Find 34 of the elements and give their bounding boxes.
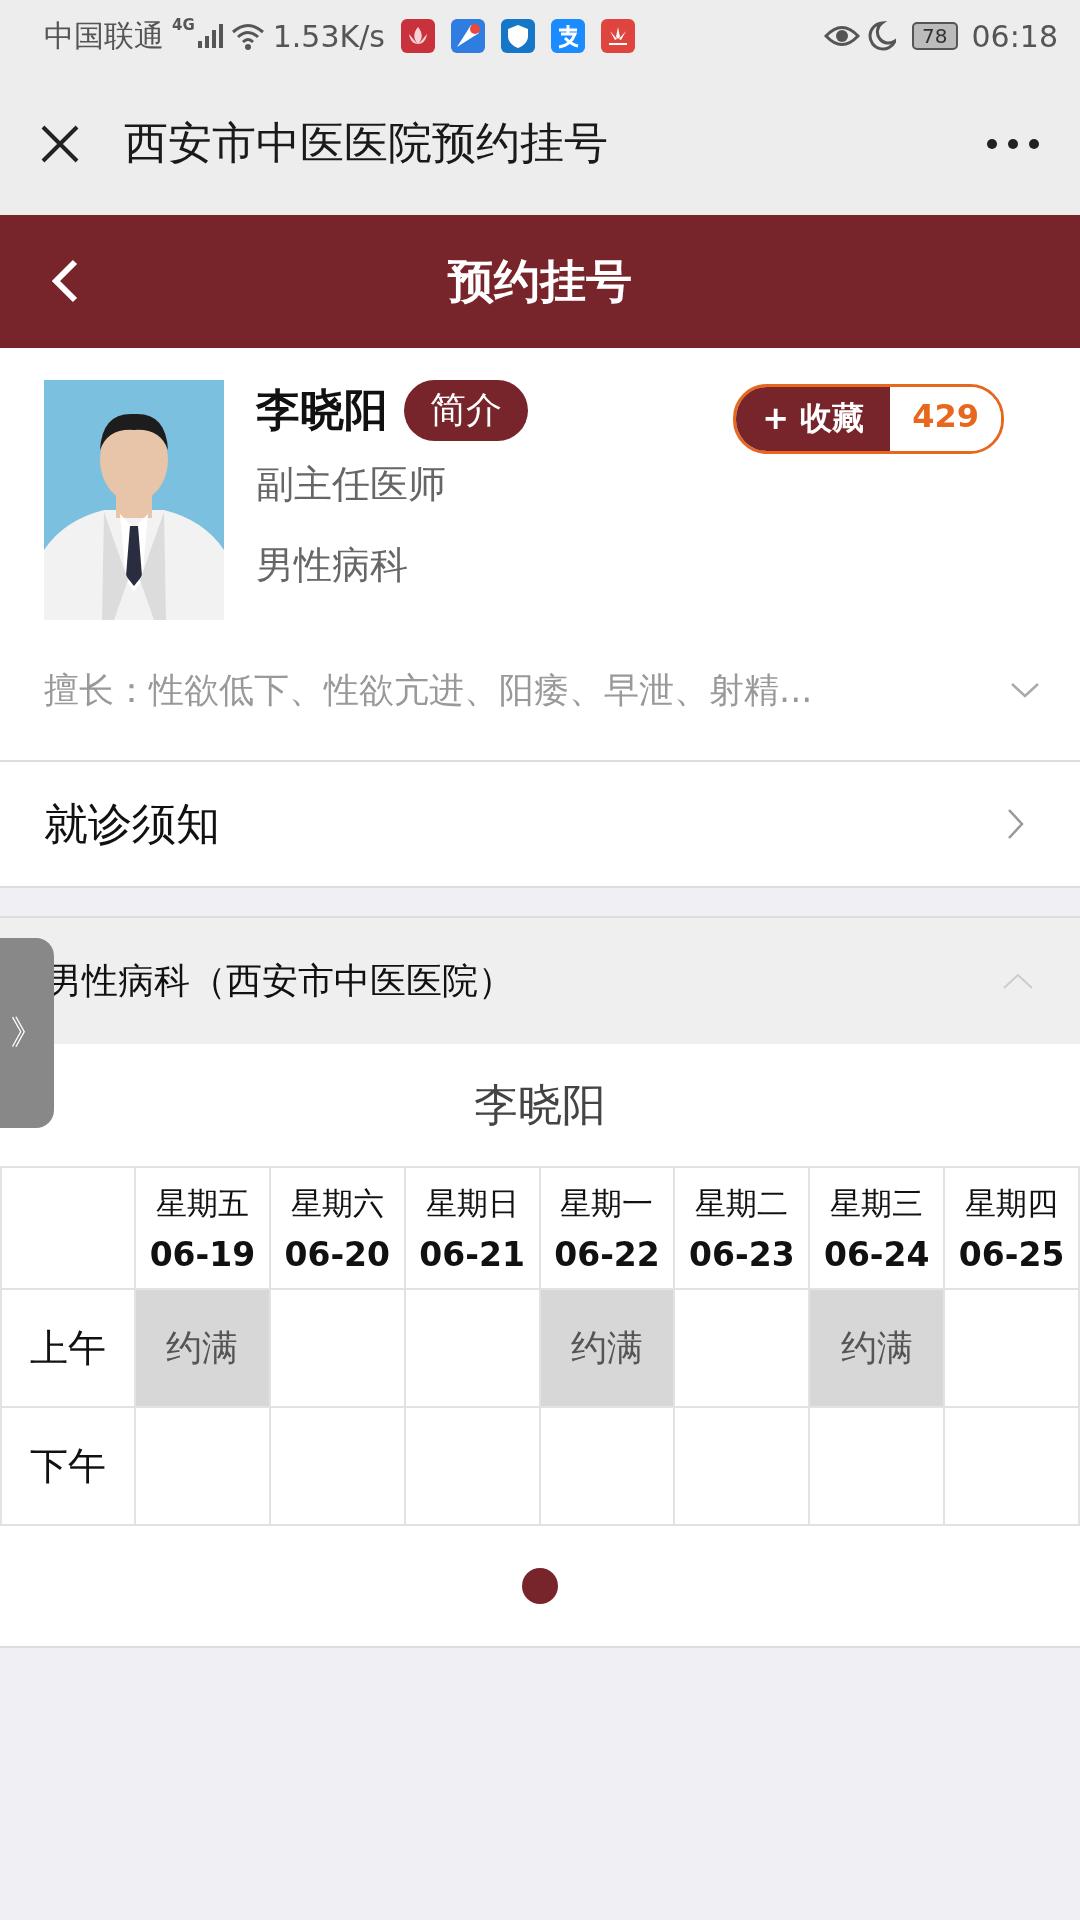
close-icon[interactable] <box>40 123 80 164</box>
network-label: 4G <box>172 16 195 34</box>
battery-indicator: 78 <box>912 22 958 50</box>
window-title: 西安市中医医院预约挂号 <box>124 116 608 170</box>
full-slot: 约满 <box>540 1290 676 1408</box>
doctor-name: 李晓阳 <box>256 383 388 437</box>
schedule-doctor-name: 李晓阳 <box>473 1077 607 1132</box>
doctor-department: 男性病科 <box>256 542 409 589</box>
clock-time: 06:18 <box>971 18 1058 54</box>
intro-button[interactable]: 简介 <box>404 380 528 441</box>
signal-icon <box>196 23 223 49</box>
chevron-down-icon[interactable] <box>1010 681 1040 699</box>
side-tab[interactable]: 》 <box>0 938 54 1128</box>
specialty-text: 擅长：性欲低下、性欲亢进、阳痿、早泄、射精... <box>44 668 813 712</box>
shield-app-icon <box>500 19 535 53</box>
lotus-app-icon <box>400 19 435 53</box>
chevron-right-icon <box>1006 808 1024 840</box>
more-icon[interactable] <box>986 137 1040 150</box>
payment-app-icon <box>550 19 585 53</box>
favorite-button[interactable]: + 收藏 429 <box>733 384 1004 454</box>
page-title: 预约挂号 <box>448 252 632 310</box>
wifi-icon <box>230 22 265 50</box>
full-slot: 约满 <box>810 1290 946 1408</box>
map-app-icon <box>450 19 485 53</box>
network-speed: 1.53K/s <box>272 18 385 54</box>
carrier-label: 中国联通 <box>44 16 164 55</box>
eye-icon <box>824 23 861 49</box>
page-dot[interactable] <box>522 1568 558 1604</box>
notice-row[interactable]: 就诊须知 <box>0 762 1080 888</box>
doctor-title: 副主任医师 <box>256 461 447 508</box>
full-slot: 约满 <box>136 1290 271 1408</box>
flower-app-icon <box>600 19 635 53</box>
back-icon[interactable] <box>52 259 78 303</box>
moon-icon <box>868 21 897 51</box>
